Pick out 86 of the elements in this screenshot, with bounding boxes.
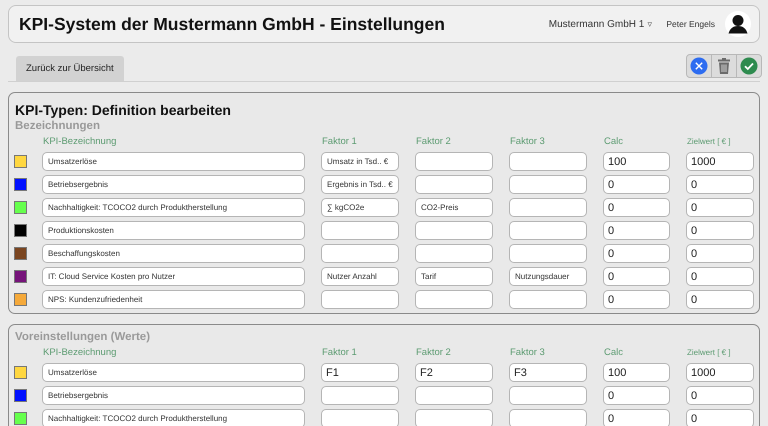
factor-field[interactable] — [509, 290, 587, 309]
back-tab[interactable]: Zurück zur Übersicht — [16, 56, 124, 81]
kpi-name-field[interactable]: Produktionskosten — [42, 221, 305, 240]
calc-field[interactable]: 0 — [603, 290, 670, 309]
target-field[interactable]: 0 — [686, 244, 754, 263]
factor-field[interactable] — [321, 244, 399, 263]
factor-field[interactable] — [509, 152, 587, 171]
factor-field[interactable] — [509, 409, 587, 426]
target-field[interactable]: 0 — [686, 221, 754, 240]
calc-field[interactable]: 100 — [603, 152, 670, 171]
calc-field[interactable]: 0 — [603, 386, 670, 405]
factor-field[interactable]: Umsatz in Tsd.. € — [321, 152, 399, 171]
column-header: Faktor 2 — [415, 135, 452, 148]
trash-icon — [715, 57, 733, 75]
kpi-name-field[interactable]: Betriebsergebnis — [42, 175, 305, 194]
kpi-name-field[interactable]: Betriebsergebnis — [42, 386, 305, 405]
factor-field[interactable] — [321, 409, 399, 426]
calc-field[interactable]: 100 — [603, 363, 670, 382]
factor-field[interactable]: F3 — [509, 363, 587, 382]
kpi-name-field[interactable]: Umsatzerlöse — [42, 152, 305, 171]
factor-field[interactable] — [321, 221, 399, 240]
factor-field[interactable] — [415, 409, 493, 426]
kpi-name-field[interactable]: Beschaffungskosten — [42, 244, 305, 263]
section-title: KPI-Typen: Definition bearbeiten — [15, 102, 232, 118]
column-header: Calc — [603, 135, 624, 148]
check-icon — [740, 57, 758, 75]
factor-field[interactable]: Tarif — [415, 267, 493, 286]
save-button[interactable] — [736, 54, 762, 78]
factor-field[interactable] — [415, 175, 493, 194]
target-field[interactable]: 1000 — [686, 152, 754, 171]
user-name: Peter Engels — [666, 19, 715, 29]
column-header: Faktor 1 — [321, 135, 358, 148]
calc-field[interactable]: 0 — [603, 198, 670, 217]
factor-field[interactable] — [415, 221, 493, 240]
factor-field[interactable] — [415, 290, 493, 309]
factor-field[interactable] — [509, 244, 587, 263]
avatar-icon[interactable] — [725, 11, 751, 37]
calc-field[interactable]: 0 — [603, 175, 670, 194]
column-header: Calc — [603, 346, 624, 359]
factor-field[interactable] — [415, 386, 493, 405]
column-header: Faktor 3 — [509, 135, 546, 148]
target-field[interactable]: 0 — [686, 409, 754, 426]
app-title: KPI-System der Mustermann GmbH - Einstellungen — [19, 14, 446, 34]
calc-field[interactable]: 0 — [603, 221, 670, 240]
kpi-name-field[interactable]: Umsatzerlöse — [42, 363, 305, 382]
cancel-button[interactable] — [686, 54, 712, 78]
column-header: KPI-Bezeichnung — [42, 135, 118, 148]
factor-field[interactable] — [509, 198, 587, 217]
target-field[interactable]: 0 — [686, 198, 754, 217]
factor-field[interactable]: ∑ kgCO2e — [321, 198, 399, 217]
column-header: Faktor 3 — [509, 346, 546, 359]
column-header: KPI-Bezeichnung — [42, 346, 118, 359]
factor-field[interactable] — [509, 386, 587, 405]
kpi-name-field[interactable]: NPS: Kundenzufriedenheit — [42, 290, 305, 309]
column-header: Zielwert [ € ] — [686, 136, 732, 148]
delete-button[interactable] — [711, 54, 737, 78]
company-selector[interactable]: Mustermann GmbH 1 ▿ — [548, 18, 652, 30]
factor-field[interactable] — [321, 290, 399, 309]
target-field[interactable]: 1000 — [686, 363, 754, 382]
column-header: Zielwert [ € ] — [686, 347, 732, 359]
factor-field[interactable]: F2 — [415, 363, 493, 382]
calc-field[interactable]: 0 — [603, 409, 670, 426]
factor-field[interactable] — [321, 386, 399, 405]
section-subtitle: Bezeichnungen — [15, 120, 101, 132]
factor-field[interactable] — [509, 221, 587, 240]
kpi-name-field[interactable]: Nachhaltigkeit: TCOCO2 durch Produktherstellung — [42, 198, 305, 217]
factor-field[interactable]: Nutzer Anzahl — [321, 267, 399, 286]
calc-field[interactable]: 0 — [603, 267, 670, 286]
target-field[interactable]: 0 — [686, 290, 754, 309]
factor-field[interactable] — [415, 244, 493, 263]
factor-field[interactable] — [415, 152, 493, 171]
factor-field[interactable]: Nutzungsdauer — [509, 267, 587, 286]
factor-field[interactable]: Ergebnis in Tsd.. € — [321, 175, 399, 194]
cancel-icon — [690, 57, 708, 75]
kpi-name-field[interactable]: Nachhaltigkeit: TCOCO2 durch Produktherstellung — [42, 409, 305, 426]
kpi-name-field[interactable]: IT: Cloud Service Kosten pro Nutzer — [42, 267, 305, 286]
target-field[interactable]: 0 — [686, 175, 754, 194]
factor-field[interactable]: F1 — [321, 363, 399, 382]
target-field[interactable]: 0 — [686, 386, 754, 405]
calc-field[interactable]: 0 — [603, 244, 670, 263]
target-field[interactable]: 0 — [686, 267, 754, 286]
section-subtitle: Voreinstellungen (Werte) — [15, 331, 152, 343]
factor-field[interactable]: CO2-Preis — [415, 198, 493, 217]
factor-field[interactable] — [509, 175, 587, 194]
column-header: Faktor 1 — [321, 346, 358, 359]
column-header: Faktor 2 — [415, 346, 452, 359]
